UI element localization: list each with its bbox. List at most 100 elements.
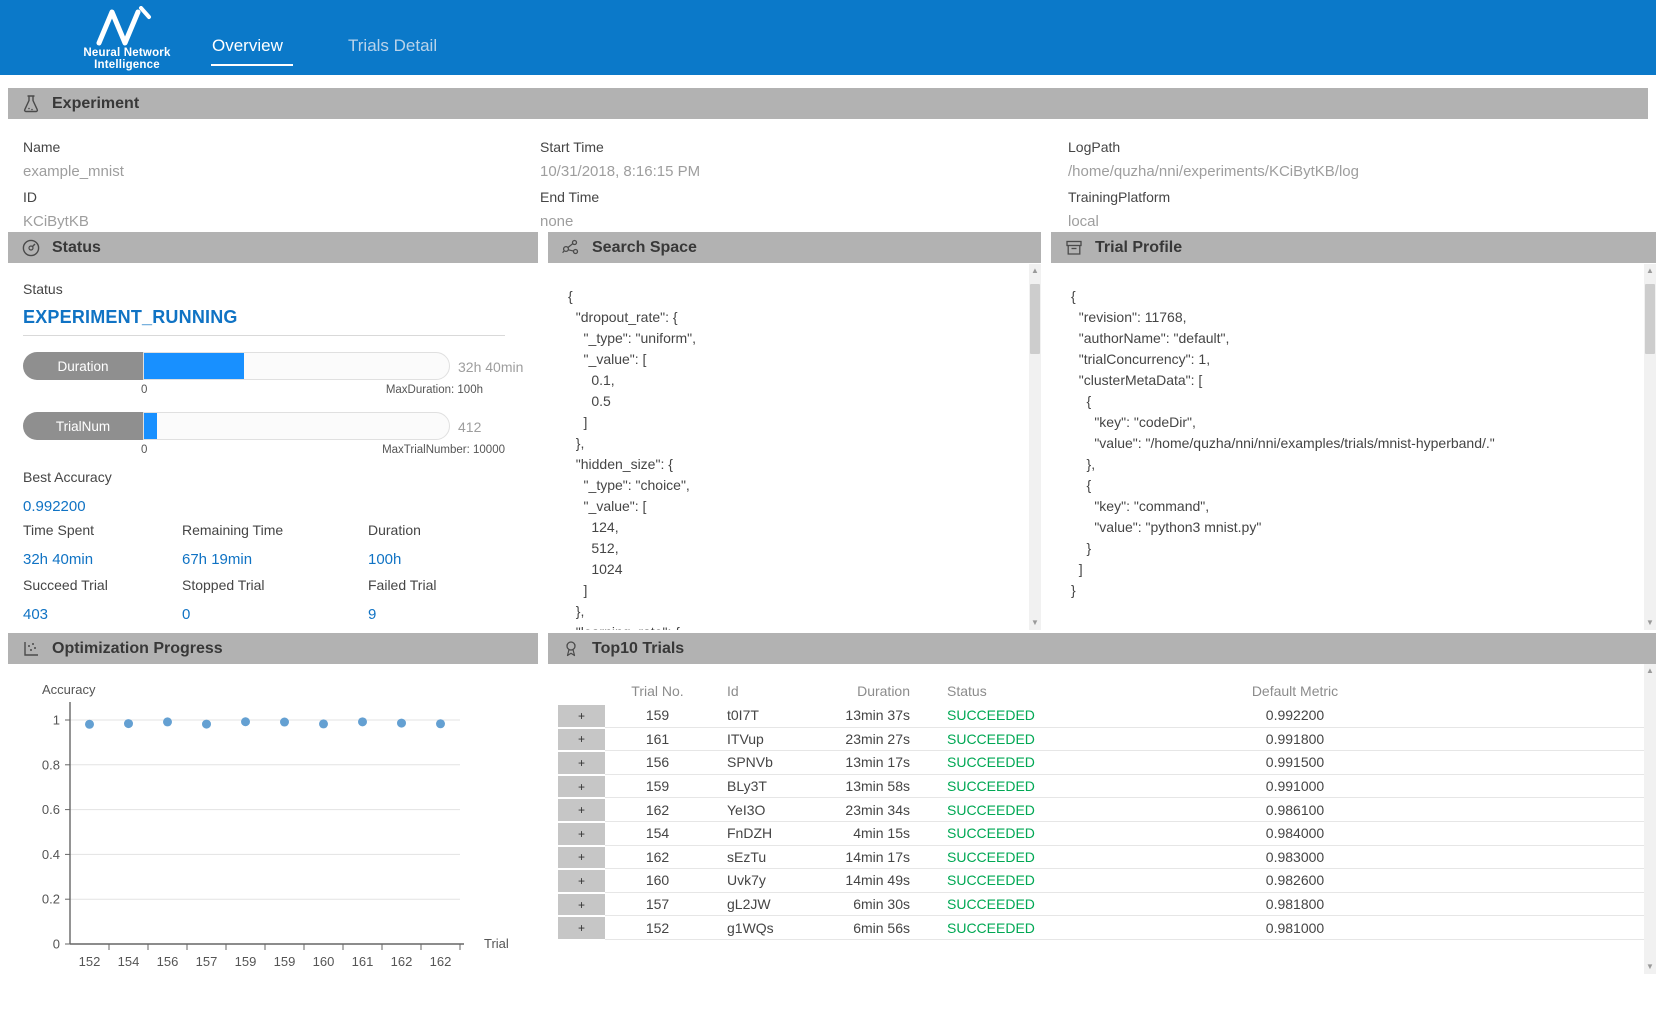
- cell-status: SUCCEEDED: [910, 849, 1140, 865]
- duration-progress-track: [143, 352, 450, 380]
- stat-value: 9: [368, 606, 376, 623]
- svg-text:152: 152: [79, 954, 101, 969]
- tab-trials-detail-label: Trials Detail: [348, 36, 437, 55]
- col-trial-no: Trial No.: [605, 683, 710, 699]
- duration-progress: Duration: [23, 352, 450, 380]
- scatter-point: [319, 719, 328, 728]
- search-space-scrollbar[interactable]: ▲ ▼: [1029, 264, 1041, 630]
- expand-trial-button[interactable]: +: [558, 705, 605, 727]
- scatter-point: [202, 720, 211, 729]
- trialnum-progress-fill: [144, 413, 157, 439]
- status-section-title: Status: [52, 239, 101, 257]
- expand-trial-button[interactable]: +: [558, 894, 605, 916]
- cell-default-metric: 0.984000: [1140, 825, 1450, 841]
- scroll-up-icon[interactable]: ▲: [1644, 264, 1656, 278]
- tab-trials-detail[interactable]: Trials Detail: [348, 36, 437, 56]
- stat-value: 32h 40min: [23, 551, 93, 568]
- trial-profile-json[interactable]: { "revision": 11768, "authorName": "defa…: [1071, 286, 1631, 630]
- table-row: + 152 g1WQs 6min 56s SUCCEEDED 0.981000: [558, 916, 1648, 940]
- cell-default-metric: 0.982600: [1140, 872, 1450, 888]
- cell-trial-no: 159: [605, 707, 710, 723]
- duration-progress-fill: [144, 353, 244, 379]
- experiment-column-1: Nameexample_mnistIDKCiBytKB: [23, 130, 124, 230]
- table-row: + 154 FnDZH 4min 15s SUCCEEDED 0.984000: [558, 822, 1648, 846]
- cell-id: ITVup: [710, 731, 830, 747]
- top10-section-bar: Top10 Trials: [548, 633, 1656, 664]
- expand-trial-button[interactable]: +: [558, 917, 605, 939]
- x-axis-label: Trial: [484, 936, 509, 951]
- cell-duration: 23min 27s: [830, 731, 910, 747]
- col-id: Id: [710, 683, 830, 699]
- expand-trial-button[interactable]: +: [558, 729, 605, 751]
- stat-label: Time Spent: [23, 522, 94, 538]
- duration-value: 32h 40min: [458, 359, 523, 375]
- trial-profile-section-bar: Trial Profile: [1051, 232, 1656, 263]
- cell-duration: 13min 37s: [830, 707, 910, 723]
- experiment-field-label: Start Time: [540, 139, 700, 155]
- stat-label: Failed Trial: [368, 577, 436, 593]
- stat-label: Succeed Trial: [23, 577, 108, 593]
- svg-text:161: 161: [352, 954, 374, 969]
- experiment-section-bar: Experiment: [8, 88, 1648, 119]
- archive-box-icon: [1064, 238, 1084, 258]
- stat-label: Remaining Time: [182, 522, 283, 538]
- experiment-field-value: none: [540, 213, 700, 230]
- cell-trial-no: 159: [605, 778, 710, 794]
- table-row: + 157 gL2JW 6min 30s SUCCEEDED 0.981800: [558, 893, 1648, 917]
- expand-trial-button[interactable]: +: [558, 847, 605, 869]
- cell-trial-no: 157: [605, 896, 710, 912]
- stat-value: 0: [182, 606, 190, 623]
- cell-status: SUCCEEDED: [910, 802, 1140, 818]
- svg-text:0.4: 0.4: [42, 847, 60, 862]
- cell-duration: 13min 58s: [830, 778, 910, 794]
- cell-default-metric: 0.983000: [1140, 849, 1450, 865]
- duration-max: MaxDuration: 100h: [23, 384, 483, 396]
- scroll-down-icon[interactable]: ▼: [1644, 616, 1656, 630]
- gauge-icon: [21, 238, 41, 258]
- cell-status: SUCCEEDED: [910, 872, 1140, 888]
- expand-trial-button[interactable]: +: [558, 776, 605, 798]
- cell-duration: 13min 17s: [830, 754, 910, 770]
- svg-text:0.8: 0.8: [42, 757, 60, 772]
- cell-id: sEzTu: [710, 849, 830, 865]
- cell-status: SUCCEEDED: [910, 896, 1140, 912]
- trial-profile-scrollbar[interactable]: ▲ ▼: [1644, 264, 1656, 630]
- trialnum-value: 412: [458, 419, 481, 435]
- scatter-point: [397, 719, 406, 728]
- cell-status: SUCCEEDED: [910, 778, 1140, 794]
- cell-id: YeI3O: [710, 802, 830, 818]
- scroll-down-icon[interactable]: ▼: [1644, 960, 1656, 974]
- cell-trial-no: 160: [605, 872, 710, 888]
- scroll-up-icon[interactable]: ▲: [1029, 264, 1041, 278]
- table-row: + 156 SPNVb 13min 17s SUCCEEDED 0.991500: [558, 751, 1648, 775]
- expand-trial-button[interactable]: +: [558, 823, 605, 845]
- cell-id: Uvk7y: [710, 872, 830, 888]
- search-space-json[interactable]: { "dropout_rate": { "_type": "uniform", …: [568, 286, 1018, 630]
- cell-id: t0I7T: [710, 707, 830, 723]
- top10-section-title: Top10 Trials: [592, 640, 684, 658]
- y-axis-label: Accuracy: [42, 682, 96, 697]
- cell-status: SUCCEEDED: [910, 707, 1140, 723]
- scroll-down-icon[interactable]: ▼: [1029, 616, 1041, 630]
- expand-trial-button[interactable]: +: [558, 799, 605, 821]
- expand-trial-button[interactable]: +: [558, 870, 605, 892]
- status-divider: [23, 335, 505, 336]
- cell-duration: 14min 49s: [830, 872, 910, 888]
- svg-text:0: 0: [53, 937, 60, 952]
- best-accuracy-label: Best Accuracy: [23, 469, 112, 485]
- col-duration: Duration: [830, 683, 910, 699]
- svg-text:159: 159: [235, 954, 257, 969]
- table-row: + 160 Uvk7y 14min 49s SUCCEEDED 0.982600: [558, 869, 1648, 893]
- expand-trial-button[interactable]: +: [558, 752, 605, 774]
- trialnum-max: MaxTrialNumber: 10000: [23, 444, 505, 456]
- scroll-up-icon[interactable]: ▲: [1644, 664, 1656, 678]
- scrollbar-thumb[interactable]: [1030, 284, 1040, 354]
- tab-overview[interactable]: Overview: [212, 36, 283, 56]
- scrollbar-thumb[interactable]: [1645, 284, 1655, 354]
- top10-scrollbar[interactable]: ▲ ▼: [1644, 664, 1656, 974]
- table-row: + 159 t0I7T 13min 37s SUCCEEDED 0.992200: [558, 704, 1648, 728]
- cell-default-metric: 0.986100: [1140, 802, 1450, 818]
- optimization-section-title: Optimization Progress: [52, 640, 223, 658]
- cell-trial-no: 162: [605, 849, 710, 865]
- svg-text:157: 157: [196, 954, 218, 969]
